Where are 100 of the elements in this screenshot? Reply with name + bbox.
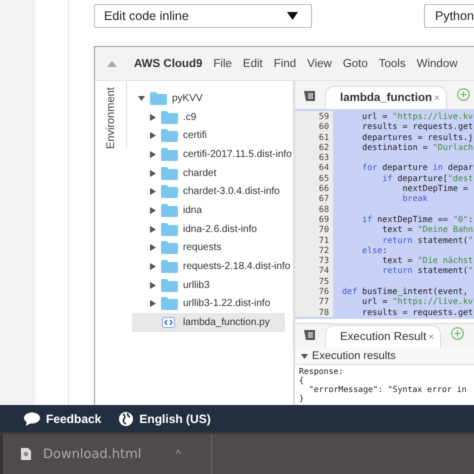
file-row[interactable]: lambda_function.py <box>132 313 285 332</box>
line-number: 72 <box>295 244 333 256</box>
line-number: 69 <box>295 214 333 224</box>
feedback-link[interactable]: Feedback <box>46 412 102 426</box>
globe-icon <box>119 412 134 426</box>
folder-icon <box>161 185 178 198</box>
collapsed-arrow-icon[interactable] <box>150 132 156 140</box>
line-number: 63 <box>295 152 333 162</box>
folder-name[interactable]: certifi-2017.11.5.dist-info <box>183 148 292 160</box>
menu-item[interactable]: Find <box>274 58 296 70</box>
collapsed-arrow-icon[interactable] <box>150 226 156 233</box>
line-number: 61 <box>295 132 333 142</box>
line-number: 60 <box>295 121 333 132</box>
collapsed-arrow-icon[interactable] <box>150 188 156 196</box>
folder-icon <box>150 92 167 105</box>
folder-name[interactable]: chardet-3.0.4.dist-info <box>183 186 280 198</box>
code-line: text = "Deine Bahn <box>381 224 474 235</box>
collapsed-arrow-icon[interactable] <box>150 150 156 158</box>
line-number: 76 <box>295 286 333 296</box>
collapsed-arrow-icon[interactable] <box>150 114 156 121</box>
folder-icon <box>161 166 178 180</box>
line-number: 73 <box>295 255 333 266</box>
code-line: if nextDepTime == "0": <box>361 214 474 224</box>
collapsed-arrow-icon[interactable] <box>150 244 156 252</box>
folder-name[interactable]: pyKVV <box>172 92 203 104</box>
folder-name[interactable]: .c9 <box>183 112 196 123</box>
code-line: for departure in depar <box>361 162 474 173</box>
collapsed-arrow-icon[interactable] <box>150 170 156 177</box>
folder-icon <box>161 110 178 124</box>
code-line: if departure["dest <box>381 172 474 184</box>
panel-menu-icon[interactable] <box>304 91 315 101</box>
code-line: else: <box>361 244 388 256</box>
code-line: url = "https://live.kv <box>361 111 474 122</box>
menu-item[interactable]: Edit <box>242 58 263 70</box>
environment-tab[interactable]: Environment <box>95 81 127 149</box>
ide-menu-brand[interactable]: AWS Cloud9 <box>134 58 202 70</box>
line-number: 65 <box>295 172 333 184</box>
output-line: Response: <box>299 367 344 376</box>
code-line: def busTime_intent(event, <box>341 286 468 296</box>
editor-tab[interactable]: lambda_function × <box>325 86 447 109</box>
menu-item[interactable]: Tools <box>378 58 406 70</box>
folder-icon <box>161 278 178 292</box>
close-icon[interactable]: × <box>434 92 440 104</box>
close-icon[interactable]: × <box>428 332 434 342</box>
folder-name[interactable]: idna <box>183 204 202 216</box>
line-number: 70 <box>295 224 333 235</box>
folder-icon <box>161 297 178 310</box>
output-line: } <box>299 394 305 403</box>
code-line: text = "Die nächst <box>381 255 474 266</box>
folder-name[interactable]: requests-2.18.4.dist-info <box>183 261 290 272</box>
collapsed-arrow-icon[interactable] <box>150 300 156 308</box>
menu-item[interactable]: Goto <box>342 58 368 70</box>
folder-name[interactable]: certifi <box>183 130 207 142</box>
line-number: 75 <box>295 276 333 286</box>
dropdown-arrow-icon <box>287 12 298 20</box>
mode-dropdown[interactable]: Edit code inline <box>94 4 312 28</box>
folder-icon <box>161 260 178 274</box>
expanded-arrow-icon[interactable] <box>138 94 145 102</box>
folder-icon <box>161 204 178 217</box>
folder-name[interactable]: idna-2.6.dist-info <box>183 224 257 235</box>
output-line: { <box>299 376 304 385</box>
language-selector[interactable]: English (US) <box>139 412 211 426</box>
folder-icon <box>161 241 178 254</box>
code-line: destination = "Durlach <box>361 142 474 152</box>
folder-name[interactable]: chardet <box>183 168 216 179</box>
expanded-arrow-icon[interactable] <box>301 352 308 360</box>
menu-item[interactable]: Window <box>416 58 458 70</box>
line-number: 62 <box>295 142 333 152</box>
folder-name[interactable]: urllib3-1.22.dist-info <box>183 298 270 310</box>
code-line: return statement(" <box>382 234 474 245</box>
code-line: results = requests.get <box>361 121 474 132</box>
menu-item[interactable]: File <box>213 58 232 70</box>
line-number: 66 <box>295 183 333 194</box>
line-number: 77 <box>295 296 333 307</box>
folder-icon <box>161 222 178 236</box>
runtime-dropdown[interactable]: Python <box>424 4 474 28</box>
result-tab[interactable]: Execution Result × <box>325 325 442 348</box>
line-number: 78 <box>295 306 333 317</box>
line-number: 59 <box>295 111 333 122</box>
code-line: url = "https://live.kv <box>361 296 474 307</box>
collapsed-arrow-icon[interactable] <box>150 282 156 289</box>
code-line: return statement(" <box>381 265 474 276</box>
line-number: 71 <box>295 234 333 245</box>
speech-bubble-icon <box>24 412 40 426</box>
panel-menu-icon[interactable] <box>304 330 315 340</box>
folder-icon <box>161 148 178 161</box>
collapsed-arrow-icon[interactable] <box>150 263 156 270</box>
code-line: departures = results.j <box>361 132 474 142</box>
line-number: 67 <box>295 193 333 204</box>
menu-item[interactable]: View <box>307 58 332 70</box>
folder-icon <box>161 129 178 142</box>
folder-name[interactable]: urllib3 <box>183 280 210 291</box>
line-number: 74 <box>295 265 333 276</box>
collapsed-arrow-icon[interactable] <box>150 206 156 214</box>
output-line: "errorMessage": "Syntax error in <box>308 385 468 394</box>
code-line: results = requests.get <box>361 306 474 317</box>
code-line: break <box>402 193 428 204</box>
line-number: 68 <box>295 204 333 214</box>
code-line: nextDepTime = <box>402 183 468 194</box>
folder-name[interactable]: requests <box>183 242 222 254</box>
